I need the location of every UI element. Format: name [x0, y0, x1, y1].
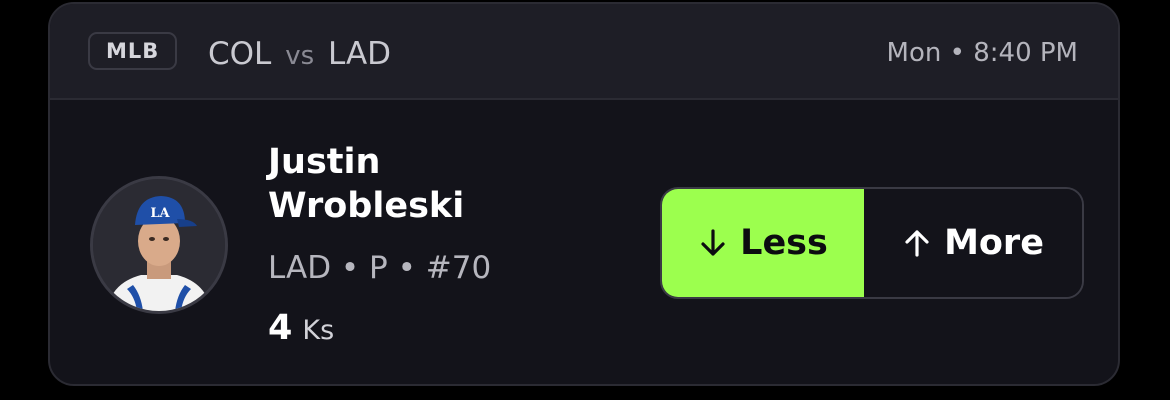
player-avatar: LA [90, 176, 228, 314]
pick-toggle-group: Less More [660, 187, 1084, 299]
projection-unit: Ks [302, 315, 335, 346]
projection-card[interactable]: MLB COL vs LAD Mon • 8:40 PM LA Justin W… [48, 2, 1120, 386]
game-time: Mon • 8:40 PM [886, 38, 1078, 68]
player-name: Justin Wrobleski [268, 142, 465, 226]
home-team: LAD [327, 36, 392, 72]
arrow-up-icon [905, 230, 929, 257]
more-label: More [944, 223, 1044, 263]
matchup: COL vs LAD [208, 34, 391, 76]
player-headshot: LA [93, 179, 225, 311]
less-label: Less [740, 223, 828, 263]
projection-line: 4 Ks [268, 306, 334, 356]
card-header: MLB COL vs LAD Mon • 8:40 PM [50, 4, 1118, 100]
less-button[interactable]: Less [662, 189, 864, 297]
svg-text:LA: LA [150, 206, 170, 221]
league-badge: MLB [88, 32, 178, 70]
vs-label: vs [285, 41, 315, 71]
player-meta: LAD • P • #70 [268, 250, 492, 286]
arrow-down-icon [701, 229, 725, 256]
projection-value: 4 [268, 308, 293, 348]
more-button[interactable]: More [864, 189, 1082, 297]
away-team: COL [208, 36, 272, 72]
